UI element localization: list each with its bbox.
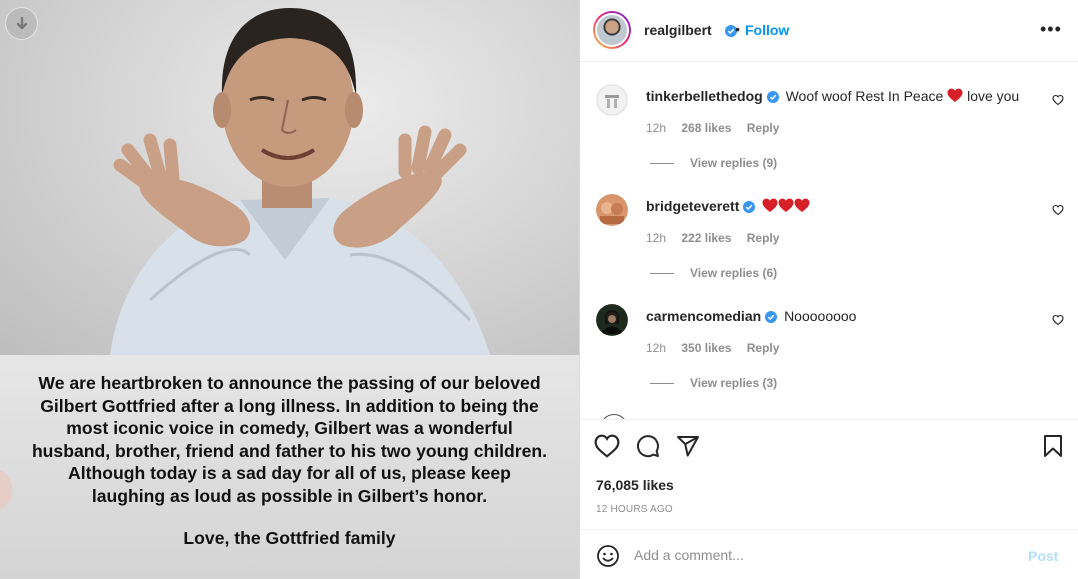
comment-item: tinkerbellethedog Woof woof Rest In Peac… (580, 62, 1078, 172)
share-paper-plane-icon[interactable] (676, 434, 700, 458)
comment-item: bridgeteverett 12h 222 likes Reply View … (580, 172, 1078, 282)
download-button[interactable] (5, 7, 38, 40)
view-replies-label: View replies (9) (690, 156, 778, 170)
reply-button[interactable]: Reply (747, 341, 780, 355)
view-replies-label: View replies (3) (690, 376, 778, 390)
post-likes-count[interactable]: 76,085 likes (596, 477, 674, 493)
add-comment-bar: Post (580, 529, 1078, 579)
announcement-signoff: Love, the Gottfried family (183, 528, 396, 548)
red-heart-emoji-icon (947, 88, 963, 102)
comment-text: love you (967, 88, 1020, 104)
view-replies-button[interactable]: View replies (9) (650, 156, 777, 170)
like-comment-heart-icon[interactable] (1052, 314, 1064, 326)
comment-text-line: carmencomedian Noooooooo (646, 308, 856, 326)
avatar-image (595, 13, 629, 47)
view-replies-button[interactable]: View replies (3) (650, 376, 777, 390)
announcement-line: Although today is a sad day for all of u… (68, 463, 511, 483)
commenter-username[interactable]: bridgeteverett (646, 198, 739, 214)
announcement-line: husband, brother, friend and father to h… (31, 440, 548, 461)
comment-text-line: bridgeteverett (646, 198, 810, 216)
post-media[interactable]: We are heartbroken to announce the passi… (0, 0, 579, 579)
announcement-text-block: We are heartbroken to announce the passi… (0, 355, 579, 579)
comment-time: 12h (646, 231, 667, 245)
reply-button[interactable]: Reply (747, 231, 780, 245)
announcement-line: laughing as loud as possible in Gilbert’… (91, 485, 488, 506)
comment-time: 12h (646, 121, 667, 135)
like-heart-icon[interactable] (594, 434, 620, 458)
commenter-avatar[interactable] (596, 194, 628, 226)
save-bookmark-icon[interactable] (1042, 434, 1064, 458)
more-options-icon[interactable]: ••• (1040, 20, 1062, 38)
follow-button[interactable]: Follow (745, 22, 789, 38)
comment-text: Woof woof Rest In Peace (785, 88, 944, 104)
post-timestamp[interactable]: 12 HOURS AGO (596, 504, 673, 515)
red-heart-emoji-icon (794, 198, 810, 212)
post-comment-button[interactable]: Post (1028, 548, 1058, 564)
red-heart-emoji-icon (762, 198, 778, 212)
comments-list[interactable]: tinkerbellethedog Woof woof Rest In Peac… (580, 62, 1078, 419)
view-replies-label: View replies (6) (690, 266, 778, 280)
like-comment-heart-icon[interactable] (1052, 94, 1064, 106)
replies-divider (650, 383, 674, 385)
announcement-line: We are heartbroken to announce the passi… (38, 373, 541, 393)
comment-input[interactable] (632, 540, 1016, 570)
author-avatar[interactable] (593, 11, 631, 49)
post-photo (0, 0, 579, 355)
like-comment-heart-icon[interactable] (1052, 204, 1064, 216)
comment-meta: 12h 268 likes Reply (646, 121, 791, 135)
commenter-username[interactable]: carmencomedian (646, 308, 761, 324)
comment-text: Noooooooo (784, 308, 857, 324)
announcement-line: most iconic voice in comedy, Gilbert was… (66, 418, 513, 438)
arrow-down-icon (16, 16, 27, 29)
announcement-message: We are heartbroken to announce the passi… (10, 372, 569, 507)
comment-bubble-icon[interactable] (636, 434, 660, 458)
replies-divider (650, 163, 674, 165)
verified-badge-icon (766, 90, 779, 106)
replies-divider (650, 273, 674, 275)
commenter-username[interactable]: tinkerbellethedog (646, 88, 763, 104)
comment-likes[interactable]: 222 likes (681, 231, 731, 245)
announcement-line: Gilbert Gottfried after a long illness. … (40, 395, 539, 416)
commenter-avatar[interactable] (596, 84, 628, 116)
verified-badge-icon (765, 310, 778, 326)
comment-item: carmencomedian Noooooooo 12h 350 likes R… (580, 282, 1078, 392)
post-side-panel: realgilbert • Follow ••• tinkerbellethed… (579, 0, 1078, 579)
reply-button[interactable]: Reply (747, 121, 780, 135)
comment-meta: 12h 222 likes Reply (646, 231, 791, 245)
comment-likes[interactable]: 268 likes (681, 121, 731, 135)
comment-time: 12h (646, 341, 667, 355)
view-replies-button[interactable]: View replies (6) (650, 266, 777, 280)
commenter-avatar[interactable] (596, 304, 628, 336)
header-separator: • (735, 21, 740, 37)
post-header: realgilbert • Follow ••• (580, 0, 1078, 62)
verified-badge-icon (743, 200, 756, 216)
instagram-post-dialog: We are heartbroken to announce the passi… (0, 0, 1078, 579)
author-username[interactable]: realgilbert (644, 22, 712, 38)
man-portrait-illustration (110, 8, 490, 355)
post-actions: 76,085 likes 12 HOURS AGO (580, 419, 1078, 529)
red-heart-emoji-icon (778, 198, 794, 212)
emoji-smiley-icon[interactable] (596, 544, 620, 568)
comment-likes[interactable]: 350 likes (681, 341, 731, 355)
comment-meta: 12h 350 likes Reply (646, 341, 791, 355)
comment-text-line: tinkerbellethedog Woof woof Rest In Peac… (646, 88, 1019, 106)
